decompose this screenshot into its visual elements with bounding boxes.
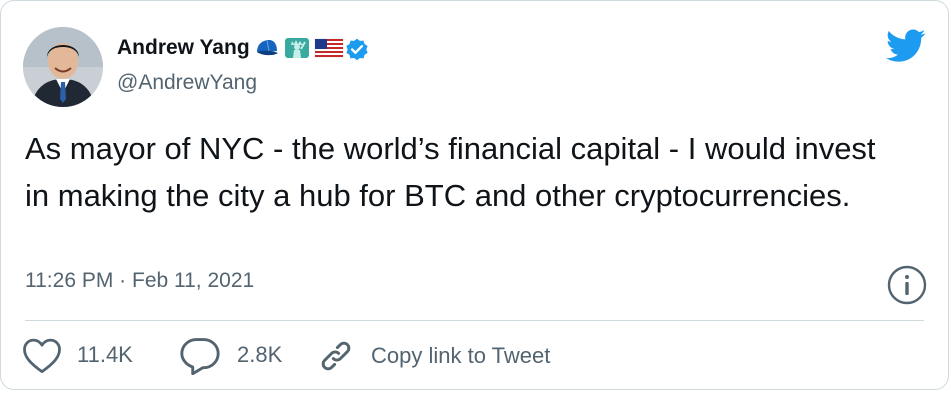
author-name[interactable]: Andrew Yang <box>117 36 250 60</box>
tweet-card: Andrew Yang @AndrewYang As mayor of NYC … <box>0 0 949 390</box>
like-action[interactable]: 11.4K <box>21 335 133 375</box>
copy-link-label: Copy link to Tweet <box>371 343 551 368</box>
divider <box>25 320 924 321</box>
statue-of-liberty-icon <box>284 37 310 59</box>
blue-cap-icon <box>254 37 280 59</box>
twitter-bird-icon[interactable] <box>886 29 926 63</box>
tweet-timestamp[interactable]: 11:26 PM · Feb 11, 2021 <box>25 269 254 293</box>
heart-icon[interactable] <box>21 335 63 375</box>
us-flag-icon <box>314 37 343 59</box>
avatar[interactable] <box>23 27 103 107</box>
reply-count: 2.8K <box>237 342 283 367</box>
reply-action[interactable]: 2.8K <box>177 335 282 375</box>
reply-bubble-icon[interactable] <box>177 335 223 375</box>
copy-link-action[interactable]: Copy link to Tweet <box>315 335 550 377</box>
like-count: 11.4K <box>77 342 133 367</box>
author-handle[interactable]: @AndrewYang <box>117 71 257 95</box>
verified-badge-icon <box>344 37 370 61</box>
author-name-row: Andrew Yang <box>117 36 370 61</box>
info-icon[interactable] <box>886 264 928 306</box>
link-icon[interactable] <box>315 335 357 377</box>
tweet-text: As mayor of NYC - the world’s financial … <box>25 131 876 213</box>
